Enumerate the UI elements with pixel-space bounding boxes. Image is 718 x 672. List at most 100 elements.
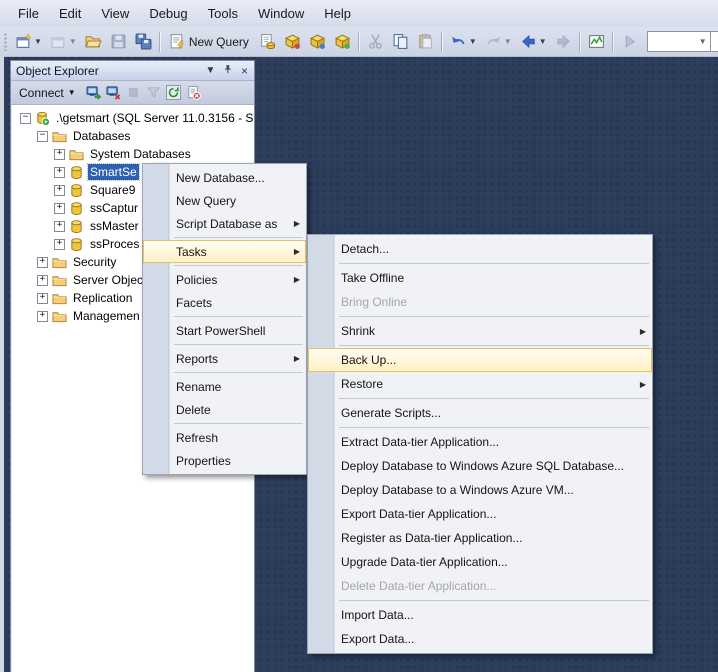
refresh-icon[interactable] (165, 84, 183, 102)
menu-item-generate-scripts[interactable]: Generate Scripts... (308, 401, 652, 425)
chevron-down-icon[interactable]: ▼ (469, 37, 477, 46)
menu-help[interactable]: Help (314, 2, 361, 25)
expand-icon[interactable]: + (54, 185, 65, 196)
add-item-disabled-button[interactable]: ▼ (47, 30, 80, 54)
expand-icon[interactable]: + (54, 203, 65, 214)
menubar: FileEditViewDebugToolsWindowHelp (0, 0, 718, 27)
dmx-query-button[interactable] (306, 30, 329, 54)
xmla-query-button[interactable] (331, 30, 354, 54)
menu-item-delete[interactable]: Delete (143, 398, 306, 421)
toolbar-grip-handle[interactable] (4, 33, 8, 51)
close-icon[interactable]: × (237, 64, 252, 78)
menu-item-back-up[interactable]: Back Up... (308, 348, 652, 372)
menu-item-shrink[interactable]: Shrink▶ (308, 319, 652, 343)
menu-debug[interactable]: Debug (139, 2, 197, 25)
save-button[interactable] (107, 30, 130, 54)
menu-item-script-database-as[interactable]: Script Database as▶ (143, 212, 306, 235)
expand-icon[interactable]: + (54, 239, 65, 250)
connect-button-label: Connect (19, 86, 64, 100)
paste-button[interactable] (414, 30, 437, 54)
menu-view[interactable]: View (91, 2, 139, 25)
menu-item-take-offline[interactable]: Take Offline (308, 266, 652, 290)
tree-row-databases[interactable]: −Databases (12, 127, 254, 145)
toolbar-combobox[interactable]: ▼ (647, 31, 711, 52)
tree-row-system-databases[interactable]: +System Databases (12, 145, 254, 163)
connect-server-icon[interactable] (85, 84, 103, 102)
navigate-forward-button[interactable] (552, 30, 575, 54)
menu-item-import-data[interactable]: Import Data... (308, 603, 652, 627)
menu-item-label: Delete Data-tier Application... (341, 579, 496, 593)
add-new-item-icon (15, 33, 32, 50)
menu-item-reports[interactable]: Reports▶ (143, 347, 306, 370)
menu-item-upgrade-data-tier-application[interactable]: Upgrade Data-tier Application... (308, 550, 652, 574)
expand-icon[interactable]: + (37, 293, 48, 304)
menu-item-export-data[interactable]: Export Data... (308, 627, 652, 651)
menu-item-restore[interactable]: Restore▶ (308, 372, 652, 396)
submenu-arrow-icon: ▶ (294, 354, 300, 363)
menu-item-policies[interactable]: Policies▶ (143, 268, 306, 291)
collapse-icon[interactable]: − (20, 113, 31, 124)
window-position-icon[interactable]: ▼ (203, 65, 218, 76)
undo-button[interactable]: ▼ (447, 30, 480, 54)
menu-item-rename[interactable]: Rename (143, 375, 306, 398)
activity-monitor-icon (588, 33, 605, 50)
menu-separator (174, 372, 303, 373)
menu-item-extract-data-tier-application[interactable]: Extract Data-tier Application... (308, 430, 652, 454)
menu-item-label: Tasks (176, 245, 207, 259)
mdx-query-button[interactable] (281, 30, 304, 54)
toolbar-separator (159, 32, 161, 52)
database-engine-query-button[interactable] (256, 30, 279, 54)
menu-item-register-as-data-tier-application[interactable]: Register as Data-tier Application... (308, 526, 652, 550)
menu-edit[interactable]: Edit (49, 2, 91, 25)
save-icon (110, 33, 127, 50)
pin-icon[interactable] (220, 64, 235, 78)
menu-item-tasks[interactable]: Tasks▶ (143, 240, 306, 263)
toolbar-combobox-partial[interactable] (710, 31, 718, 52)
expand-icon[interactable]: + (54, 221, 65, 232)
chevron-down-icon[interactable]: ▼ (539, 37, 547, 46)
menu-item-refresh[interactable]: Refresh (143, 426, 306, 449)
expand-icon[interactable]: + (54, 149, 65, 160)
menu-item-facets[interactable]: Facets (143, 291, 306, 314)
tree-row-getsmart-sql-server-11-0-3156-squa[interactable]: −.\getsmart (SQL Server 11.0.3156 - SQUA (12, 109, 254, 127)
open-file-button[interactable] (82, 30, 105, 54)
connect-button[interactable]: Connect ▼ (15, 85, 80, 101)
script-error-icon[interactable] (185, 84, 203, 102)
menu-tools[interactable]: Tools (198, 2, 248, 25)
menu-item-detach[interactable]: Detach... (308, 237, 652, 261)
copy-button[interactable] (389, 30, 412, 54)
disconnect-server-icon[interactable] (105, 84, 123, 102)
new-query-button[interactable]: New Query (165, 30, 254, 54)
menu-file[interactable]: File (8, 2, 49, 25)
object-explorer-titlebar[interactable]: Object Explorer ▼ × (11, 61, 254, 81)
menu-item-label: Register as Data-tier Application... (341, 531, 522, 545)
menu-item-new-database[interactable]: New Database... (143, 166, 306, 189)
tree-label: Square9 (88, 182, 137, 198)
menu-item-deploy-database-to-a-windows-azure-vm[interactable]: Deploy Database to a Windows Azure VM... (308, 478, 652, 502)
collapse-icon[interactable]: − (37, 131, 48, 142)
navigate-backward-button[interactable]: ▼ (517, 30, 550, 54)
expand-icon[interactable]: + (37, 311, 48, 322)
redo-button[interactable]: ▼ (482, 30, 515, 54)
debug-play-button[interactable] (618, 30, 641, 54)
expand-icon[interactable]: + (37, 257, 48, 268)
menu-item-export-data-tier-application[interactable]: Export Data-tier Application... (308, 502, 652, 526)
activity-monitor-button[interactable] (585, 30, 608, 54)
expand-icon[interactable]: + (37, 275, 48, 286)
save-all-button[interactable] (132, 30, 155, 54)
dmx-query-icon (309, 33, 326, 50)
tree-label: ssProces (88, 236, 141, 252)
chevron-down-icon[interactable]: ▼ (34, 37, 42, 46)
chevron-down-icon[interactable]: ▼ (69, 37, 77, 46)
chevron-down-icon[interactable]: ▼ (504, 37, 512, 46)
cut-button[interactable] (364, 30, 387, 54)
add-new-item-button[interactable]: ▼ (12, 30, 45, 54)
expand-icon[interactable]: + (54, 167, 65, 178)
menu-item-properties[interactable]: Properties (143, 449, 306, 472)
menu-item-start-powershell[interactable]: Start PowerShell (143, 319, 306, 342)
menu-item-new-query[interactable]: New Query (143, 189, 306, 212)
menu-item-label: New Database... (176, 171, 265, 185)
tree-label: ssMaster (88, 218, 141, 234)
menu-item-deploy-database-to-windows-azure-sql-database[interactable]: Deploy Database to Windows Azure SQL Dat… (308, 454, 652, 478)
menu-window[interactable]: Window (248, 2, 314, 25)
